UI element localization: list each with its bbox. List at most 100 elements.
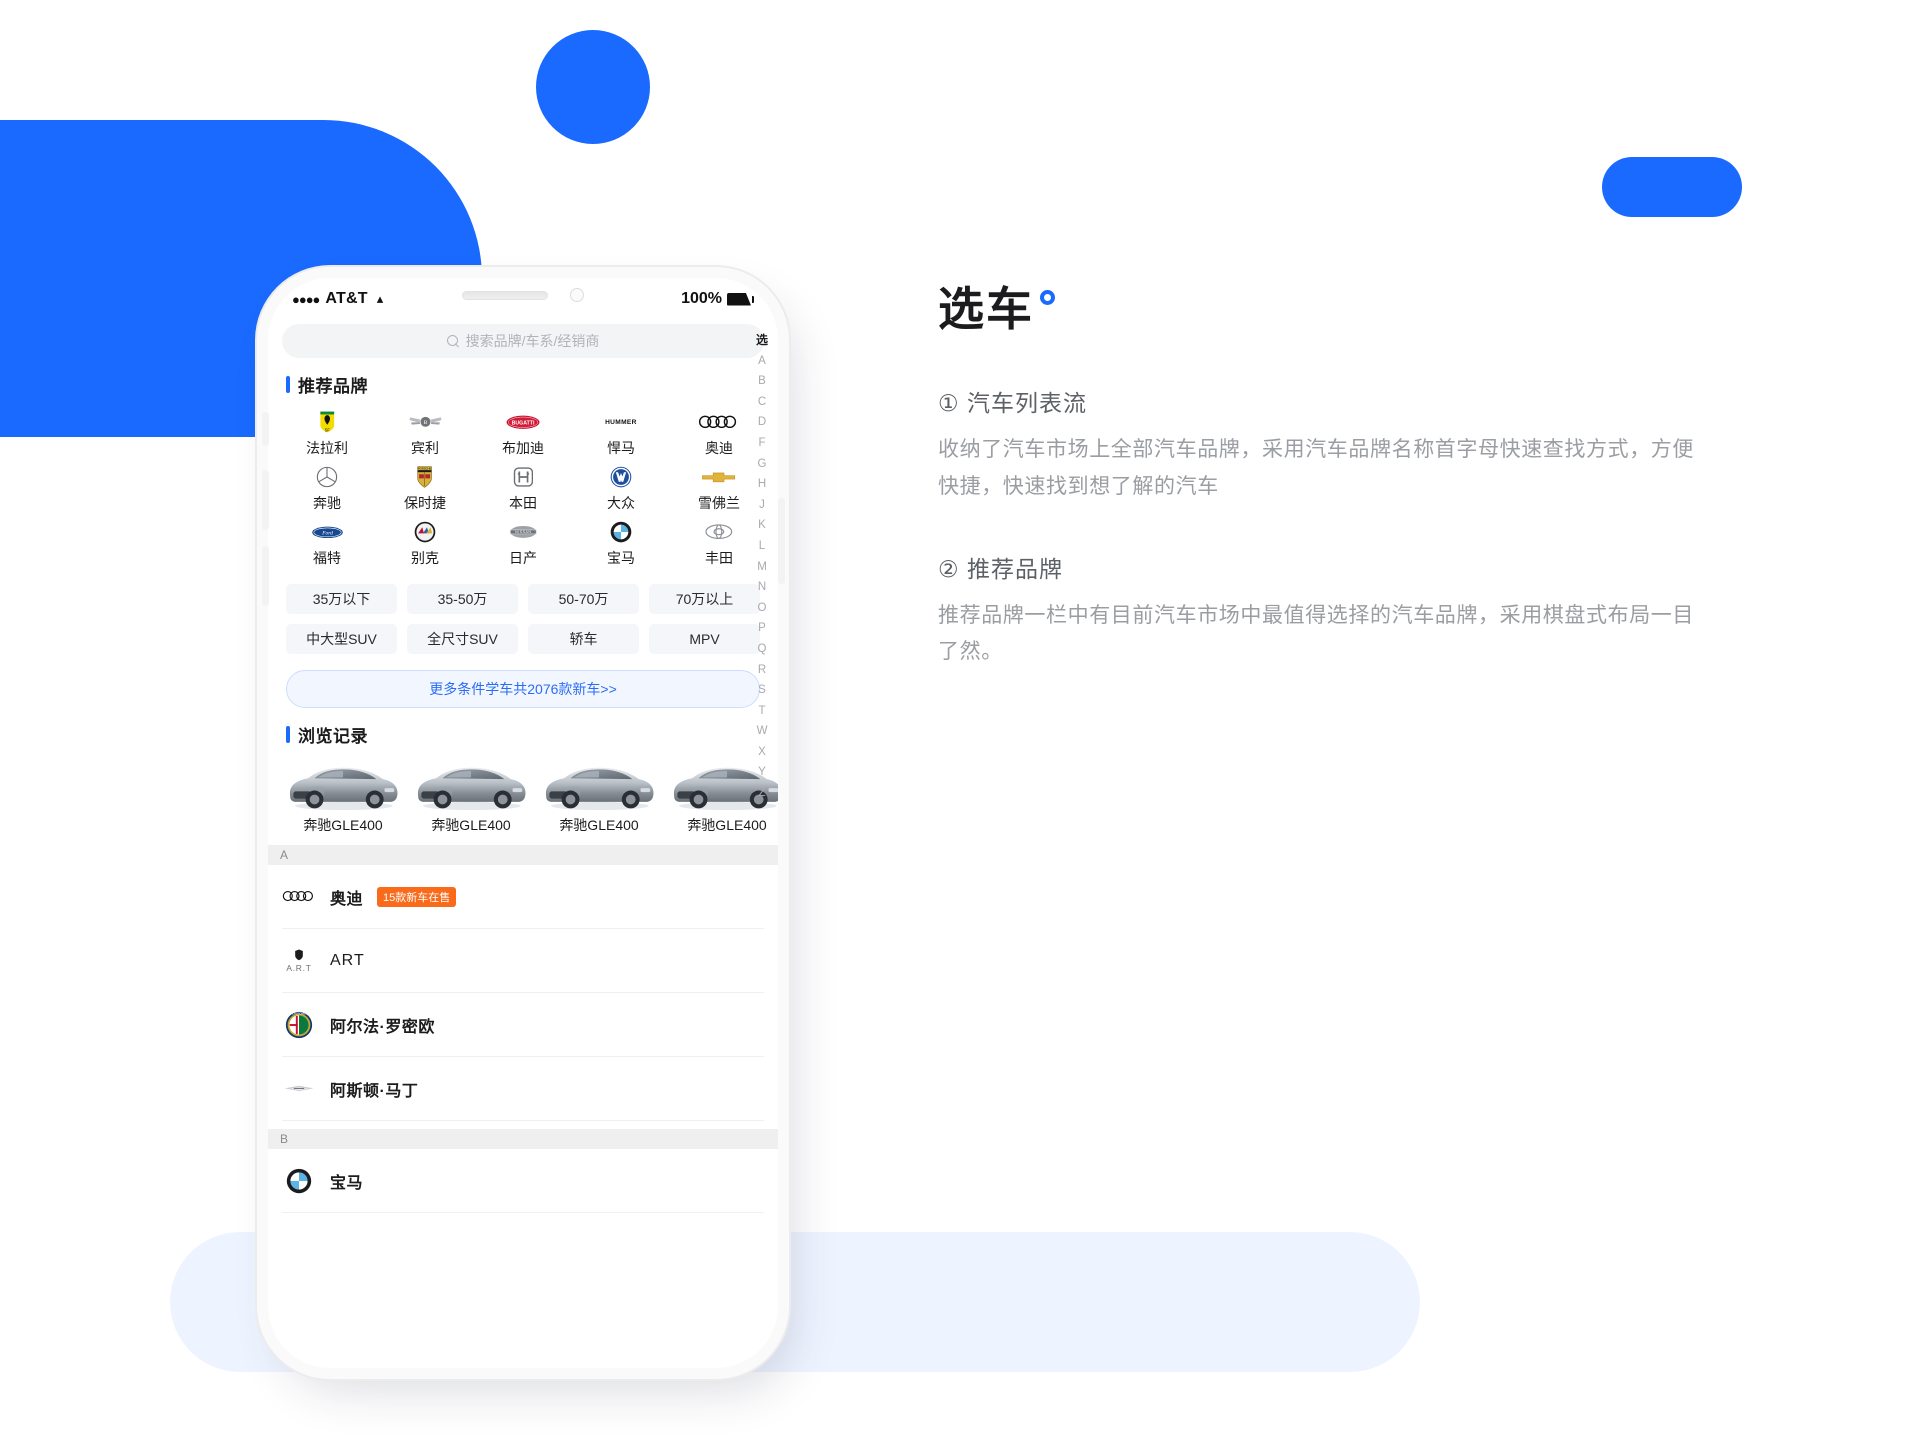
brand-cell-6[interactable]: 奔驰 [278,464,376,513]
brand-cell-2[interactable]: B 宾利 [376,409,474,458]
brand-cell-9[interactable]: 大众 [572,464,670,513]
toyota-logo [704,519,734,545]
brand-cell-10[interactable]: 雪佛兰 [670,464,768,513]
decor-blue-circle-top [536,30,650,144]
search-icon [446,334,460,348]
alpha-section-header-B: B [268,1129,778,1149]
filter-chip-5[interactable]: 中大型SUV [286,624,397,654]
car-name-label: 奔驰GLE400 [303,817,383,833]
status-bar-right: 100% [681,290,754,308]
brand-cell-4[interactable]: HUMMER 悍马 [572,409,670,458]
phone-mockup: ●●●● AT&T ▴ 100% 搜索品牌/车系/经销商 推荐品牌 SF 法拉利… [268,278,778,1368]
earpiece-speaker [462,290,548,300]
history-card-list[interactable]: 奔驰GLE400 奔驰GLE400 奔驰GLE400 奔驰GLE400 [268,751,778,837]
brand-list-row[interactable]: 阿斯顿·马丁 [282,1057,764,1121]
brand-cell-7[interactable]: PORSCHE 保时捷 [376,464,474,513]
front-camera [570,288,584,302]
brand-list-row[interactable]: 奥迪 15款新车在售 [282,865,764,929]
car-name-label: 奔驰GLE400 [431,817,511,833]
brand-list-row[interactable]: A.R.T ART [282,929,764,993]
brand-name: 丰田 [705,550,733,566]
phone-volume-up-button[interactable] [262,470,269,530]
filter-chip-2[interactable]: 35-50万 [407,584,518,614]
history-card[interactable]: 奔驰GLE400 [666,755,778,835]
brand-list-name: 阿斯顿·马丁 [330,1082,419,1100]
brand-cell-12[interactable]: 别克 [376,519,474,568]
car-thumbnail-image [666,755,778,813]
buick-logo [414,519,436,545]
brand-cell-3[interactable]: BUGATTI 布加迪 [474,409,572,458]
filter-chip-4[interactable]: 70万以上 [649,584,760,614]
title-dot-icon [1040,290,1055,305]
battery-percent-label: 100% [681,290,722,307]
history-card[interactable]: 奔驰GLE400 [410,755,532,835]
svg-text:HUMMER: HUMMER [605,419,637,426]
brand-cell-13[interactable]: NISSAN 日产 [474,519,572,568]
signal-dots-icon: ●●●● [292,291,320,307]
battery-icon [727,292,754,306]
alfa-romeo-logo: ALFA ROMEO [282,1011,316,1039]
brand-cell-1[interactable]: SF 法拉利 [278,409,376,458]
brand-name: 日产 [509,550,537,566]
brand-name: 保时捷 [404,495,446,511]
filter-chip-1[interactable]: 35万以下 [286,584,397,614]
brand-list-row[interactable]: 宝马 [282,1149,764,1213]
brand-cell-5[interactable]: 奥迪 [670,409,768,458]
brand-name: 雪佛兰 [698,495,740,511]
history-card[interactable]: 奔驰GLE400 [282,755,404,835]
index-letter-R[interactable]: R [758,660,766,681]
filter-chip-3[interactable]: 50-70万 [528,584,639,614]
bmw-logo [610,519,632,545]
svg-text:A.R.T: A.R.T [286,962,311,972]
brand-name: 布加迪 [502,440,544,456]
brand-cell-14[interactable]: 宝马 [572,519,670,568]
more-conditions-button[interactable]: 更多条件学车共2076款新车>> [286,670,760,708]
filter-chip-7[interactable]: 轿车 [528,624,639,654]
search-placeholder: 搜索品牌/车系/经销商 [465,333,600,349]
car-name-label: 奔驰GLE400 [559,817,639,833]
history-header: 浏览记录 [268,716,778,751]
svg-text:Ford: Ford [321,530,333,536]
recommended-brand-grid: SF 法拉利 B 宾利 BUGATTI 布加迪 HUMMER 悍马 奥迪奔驰 PORSCHE 保时捷… [268,401,778,574]
honda-logo [513,464,534,490]
brand-cell-11[interactable]: Ford 福特 [278,519,376,568]
section-1-body: 收纳了汽车市场上全部汽车品牌，采用汽车品牌名称首字母快速查找方式，方便快捷，快速… [938,438,1694,498]
brand-cell-15[interactable]: 丰田 [670,519,768,568]
brand-name: 宝马 [607,550,635,566]
phone-mute-switch[interactable] [262,412,269,446]
brand-name: 悍马 [607,440,635,456]
svg-text:BUGATTI: BUGATTI [512,420,535,426]
mercedes-logo [316,464,338,490]
brand-list-name: 宝马 [330,1174,364,1192]
brand-name: 法拉利 [306,440,348,456]
audi-logo [698,409,740,435]
section-accent-bar [286,726,290,743]
ford-logo: Ford [311,519,344,545]
art-logo: A.R.T [282,947,316,975]
phone-volume-down-button[interactable] [262,546,269,606]
brand-list-name: 阿尔法·罗密欧 [330,1018,435,1036]
phone-screen: ●●●● AT&T ▴ 100% 搜索品牌/车系/经销商 推荐品牌 SF 法拉利… [268,278,778,1368]
brand-name: 别克 [411,550,439,566]
history-title: 浏览记录 [298,727,368,746]
recommended-brands-header: 推荐品牌 [268,366,778,401]
alpha-section-header-A: A [268,845,778,865]
bugatti-logo: BUGATTI [506,409,540,435]
brand-list-name: ART [330,951,365,969]
page-title-row: 选车 [938,286,1738,332]
phone-power-button[interactable] [778,498,785,584]
svg-text:NISSAN: NISSAN [515,530,531,534]
brand-name: 奥迪 [705,440,733,456]
hummer-logo: HUMMER [600,409,642,435]
history-card[interactable]: 奔驰GLE400 [538,755,660,835]
filter-chip-8[interactable]: MPV [649,624,760,654]
description-panel: 选车 ① 汽车列表流 收纳了汽车市场上全部汽车品牌，采用汽车品牌名称首字母快速查… [938,286,1738,671]
new-cars-badge: 15款新车在售 [377,886,457,907]
aston-martin-logo [282,1075,316,1103]
search-input[interactable]: 搜索品牌/车系/经销商 [282,324,764,358]
brand-list-row[interactable]: ALFA ROMEO 阿尔法·罗密欧 [282,993,764,1057]
filter-chip-6[interactable]: 全尺寸SUV [407,624,518,654]
brand-cell-8[interactable]: 本田 [474,464,572,513]
wifi-icon: ▴ [376,291,384,306]
recommended-brands-title: 推荐品牌 [298,377,368,396]
